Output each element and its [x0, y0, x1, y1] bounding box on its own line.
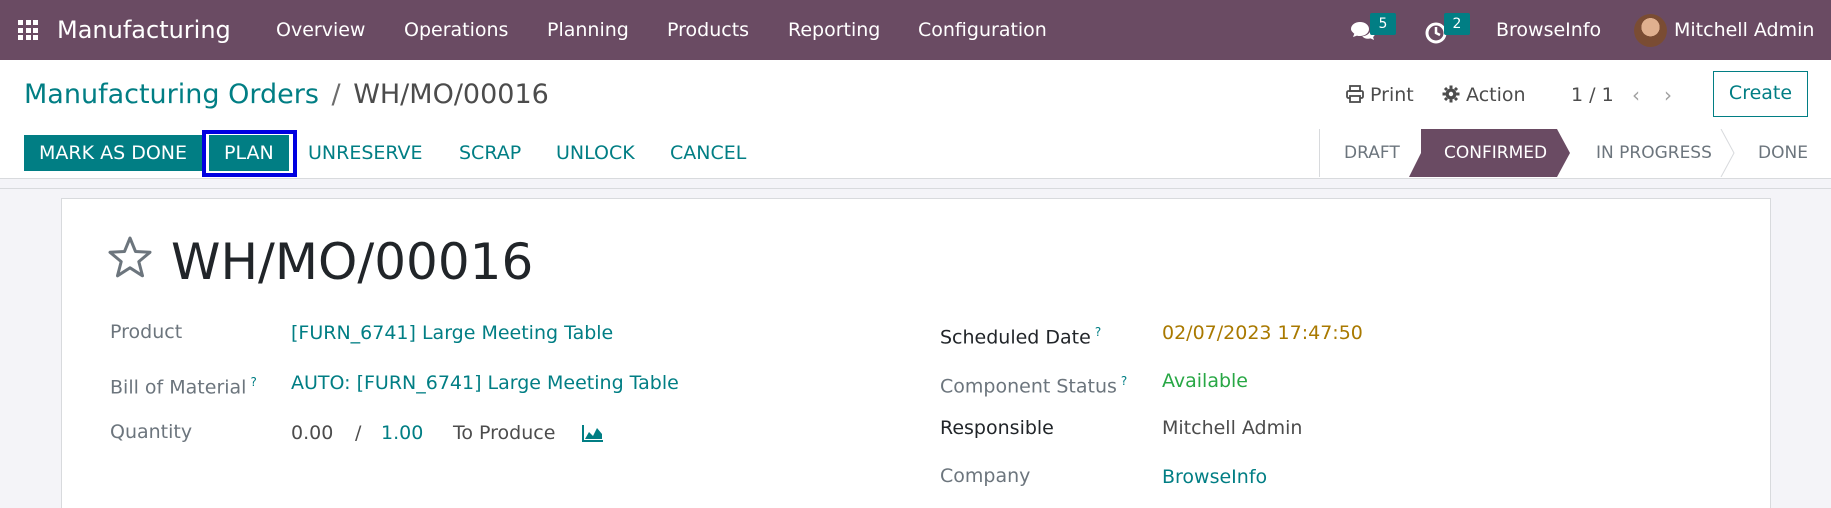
control-panel-divider	[0, 188, 1831, 189]
record-title: WH/MO/00016	[171, 233, 534, 291]
activities-menu[interactable]: 2	[1422, 13, 1472, 46]
menu-configuration[interactable]: Configuration	[918, 0, 1047, 60]
breadcrumb-current: WH/MO/00016	[353, 79, 549, 110]
gear-icon	[1442, 85, 1460, 103]
star-icon[interactable]	[108, 236, 152, 278]
plan-button-highlight	[202, 130, 297, 177]
cancel-button[interactable]: Cancel	[670, 135, 746, 171]
quantity-separator: /	[355, 422, 362, 444]
user-avatar[interactable]	[1634, 14, 1667, 47]
quantity-suffix: To Produce	[453, 422, 556, 444]
messages-menu[interactable]: 5	[1348, 13, 1398, 46]
messages-count-badge: 5	[1370, 13, 1396, 35]
unlock-button[interactable]: Unlock	[556, 135, 635, 171]
bom-label-text: Bill of Material	[110, 376, 247, 399]
component-status-label: Component Status?	[940, 367, 1127, 400]
component-status-value: Available	[1162, 370, 1249, 392]
app-brand[interactable]: Manufacturing	[57, 15, 231, 45]
create-button[interactable]: Create	[1713, 71, 1808, 117]
top-navbar: Manufacturing Overview Operations Planni…	[0, 0, 1831, 60]
menu-overview[interactable]: Overview	[276, 0, 365, 60]
scrap-button[interactable]: Scrap	[459, 135, 521, 171]
quantity-total[interactable]: 1.00	[381, 419, 423, 447]
component-help-mark[interactable]: ?	[1121, 374, 1127, 388]
product-label: Product	[110, 321, 183, 343]
menu-planning[interactable]: Planning	[547, 0, 629, 60]
quantity-label: Quantity	[110, 421, 193, 443]
bom-label: Bill of Material?	[110, 368, 257, 401]
product-value[interactable]: [FURN_6741] Large Meeting Table	[291, 319, 613, 347]
apps-grid-icon[interactable]	[18, 20, 38, 40]
breadcrumb-separator: /	[331, 79, 341, 110]
action-label: Action	[1466, 84, 1526, 106]
responsible-value[interactable]: Mitchell Admin	[1162, 414, 1302, 442]
scheduled-date-label: Scheduled Date?	[940, 318, 1101, 351]
chevron-left-icon[interactable]: ‹	[1632, 81, 1640, 109]
print-label: Print	[1370, 84, 1414, 106]
company-value[interactable]: BrowseInfo	[1162, 463, 1267, 491]
pager-value[interactable]: 1 / 1	[1571, 81, 1614, 109]
stage-confirmed[interactable]: Confirmed	[1444, 129, 1547, 177]
user-menu[interactable]: Mitchell Admin	[1674, 0, 1814, 60]
scheduled-date-label-text: Scheduled Date	[940, 326, 1091, 349]
unreserve-button[interactable]: Unreserve	[308, 135, 423, 171]
component-status-label-text: Component Status	[940, 375, 1117, 398]
breadcrumb: Manufacturing Orders / WH/MO/00016	[24, 78, 549, 112]
stage-draft[interactable]: Draft	[1344, 129, 1400, 177]
action-button[interactable]: Action	[1442, 81, 1526, 109]
scheduled-date-value[interactable]: 02/07/2023 17:47:50	[1162, 319, 1363, 347]
menu-reporting[interactable]: Reporting	[788, 0, 880, 60]
area-chart-icon[interactable]	[582, 424, 604, 442]
menu-operations[interactable]: Operations	[404, 0, 508, 60]
bom-help-mark[interactable]: ?	[250, 375, 256, 389]
stage-in-progress[interactable]: In Progress	[1596, 129, 1712, 177]
scheduled-help-mark[interactable]: ?	[1095, 325, 1101, 339]
responsible-label: Responsible	[940, 417, 1054, 439]
chevron-right-icon[interactable]: ›	[1664, 81, 1672, 109]
stage-done[interactable]: Done	[1758, 129, 1808, 177]
breadcrumb-parent-link[interactable]: Manufacturing Orders	[24, 79, 319, 110]
status-bar: Mark as Done Plan Unreserve Scrap Unlock…	[0, 129, 1831, 179]
bom-value[interactable]: AUTO: [FURN_6741] Large Meeting Table	[291, 369, 679, 397]
print-button[interactable]: Print	[1346, 81, 1414, 109]
menu-products[interactable]: Products	[667, 0, 749, 60]
company-switcher[interactable]: BrowseInfo	[1496, 0, 1601, 60]
activities-count-badge: 2	[1444, 13, 1470, 35]
quantity-done: 0.00	[291, 422, 334, 444]
stage-pipeline: Draft Confirmed In Progress Done	[1319, 129, 1808, 177]
print-icon	[1346, 85, 1364, 103]
mark-as-done-button[interactable]: Mark as Done	[24, 135, 202, 171]
company-label: Company	[940, 465, 1031, 487]
